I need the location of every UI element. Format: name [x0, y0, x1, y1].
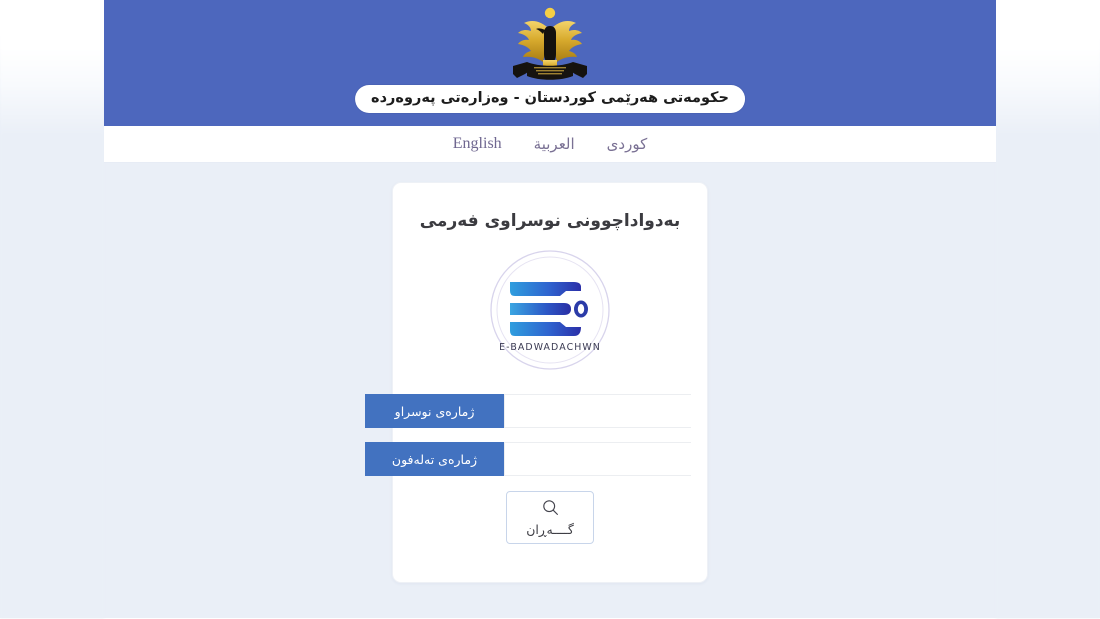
- kurdistan-eagle-emblem-icon: [507, 4, 593, 86]
- site-header: حکومەتی هەرێمی کوردستان - وەزارەتی پەروە…: [104, 0, 996, 126]
- lang-link-arabic[interactable]: العربية: [518, 134, 591, 154]
- field-row-document-number: ژمارەی نوسراو: [365, 394, 691, 428]
- document-number-label: ژمارەی نوسراو: [365, 394, 504, 428]
- lookup-form: ژمارەی نوسراو ژمارەی تەلەفون گــــەڕان: [365, 394, 691, 544]
- phone-number-label: ژمارەی تەلەفون: [365, 442, 504, 476]
- lookup-card: بەدواداچوونی نوسراوی فەرمی E-BADWADACHWN…: [365, 182, 708, 583]
- logo-wordmark: E-BADWADACHWN: [499, 342, 601, 353]
- language-nav: کوردی العربية English: [104, 126, 996, 163]
- page-title: بەدواداچوونی نوسراوی فەرمی: [419, 211, 681, 231]
- e-badwadachwn-logo-icon: E-BADWADACHWN: [409, 248, 691, 372]
- search-button-label: گــــەڕان: [526, 521, 574, 537]
- submit-row: گــــەڕان: [409, 491, 691, 544]
- header-banner: حکومەتی هەرێمی کوردستان - وەزارەتی پەروە…: [355, 85, 745, 113]
- document-number-input[interactable]: [504, 394, 691, 428]
- lang-link-english[interactable]: English: [437, 134, 518, 154]
- phone-number-input[interactable]: [504, 442, 691, 476]
- right-gutter: [996, 0, 1100, 618]
- lang-link-kurdish[interactable]: کوردی: [591, 134, 664, 154]
- search-icon: [542, 499, 559, 520]
- page-background: حکومەتی هەرێمی کوردستان - وەزارەتی پەروە…: [0, 0, 1100, 618]
- field-row-phone-number: ژمارەی تەلەفون: [365, 442, 691, 476]
- header-banner-text: حکومەتی هەرێمی کوردستان - وەزارەتی پەروە…: [371, 90, 729, 106]
- search-button[interactable]: گــــەڕان: [506, 491, 594, 544]
- site-container: حکومەتی هەرێمی کوردستان - وەزارەتی پەروە…: [104, 0, 996, 618]
- main-content: بەدواداچوونی نوسراوی فەرمی E-BADWADACHWN…: [104, 163, 996, 619]
- left-gutter: [0, 0, 104, 618]
